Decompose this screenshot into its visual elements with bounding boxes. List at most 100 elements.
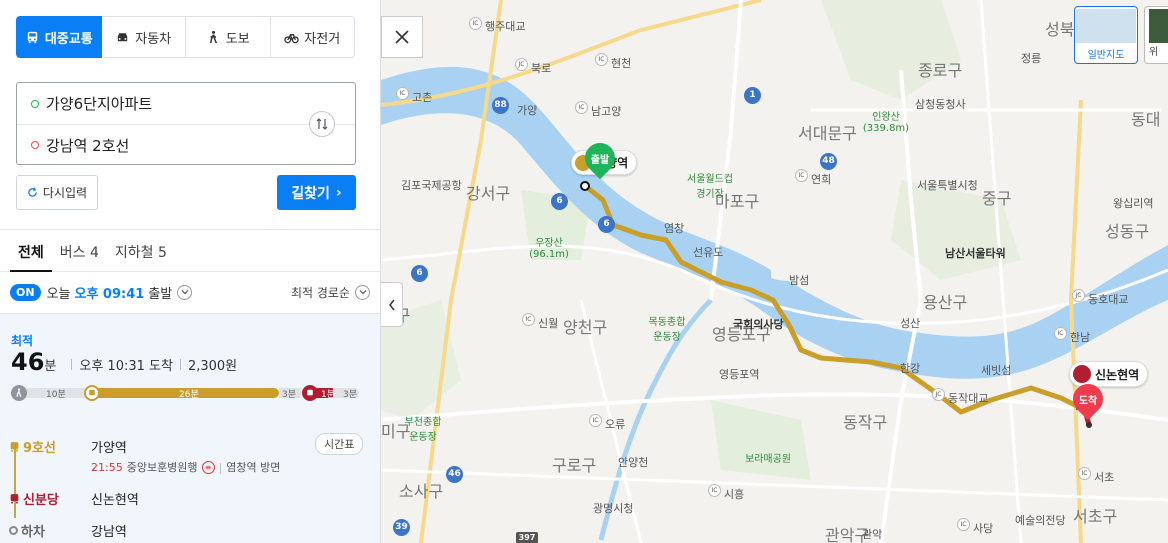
ic-label: 신월 [538, 317, 559, 330]
walk-final-label: 3분 [343, 390, 358, 400]
district-label: 중구 [982, 189, 1012, 208]
ic-label: 오류 [605, 418, 626, 431]
sort-label: 최적 경로순 [290, 285, 350, 300]
step-alight[interactable]: 하차 강남역 [9, 516, 369, 543]
reset-button[interactable]: 다시입력 [16, 175, 98, 210]
start-pin[interactable]: 출발 [578, 136, 622, 180]
place-label: 한강 [900, 362, 921, 375]
refresh-icon [28, 187, 37, 197]
tab-all[interactable]: 전체 [10, 232, 52, 272]
ic-label: 가양 [517, 104, 538, 117]
map-type-satellite-label: 위 [1149, 47, 1159, 58]
route-summary: 46 분 오후 10:31 도착 2,300원 [11, 348, 237, 376]
place-label: 안양천 [618, 456, 649, 469]
subway-line9-icon [84, 385, 100, 401]
timetable-button[interactable]: 시간표 [315, 433, 364, 455]
place-label: 김포국제공항 [401, 179, 462, 192]
mode-transit[interactable]: 대중교통 [16, 16, 102, 58]
place-label: 삼청동청사 [915, 98, 966, 111]
ic-label: 한남 [1070, 331, 1091, 344]
district-label: 서초구 [1073, 507, 1118, 526]
walk-icon [209, 30, 217, 43]
swap-arrows-icon [316, 118, 328, 130]
place-label: 서울특별시청 [917, 179, 978, 192]
swap-route-button[interactable] [309, 111, 335, 137]
origin-field[interactable]: 가양6단지아파트 [17, 83, 355, 124]
place-label: 선유도 [693, 246, 724, 259]
ic-label: 동호대교 [1088, 293, 1129, 306]
ic-marker-icon: IC [589, 414, 602, 427]
ic-label: 남고양 [591, 105, 622, 118]
place-label: 목동종합 운동장 [648, 317, 686, 343]
alight-dot-icon [9, 525, 18, 535]
origin-value: 가양6단지아파트 [46, 95, 153, 113]
destination-value: 강남역 2호선 [46, 136, 130, 155]
map-type-satellite-button[interactable]: 위 [1144, 6, 1168, 64]
end-pin[interactable]: 도착 [1066, 377, 1110, 421]
info-separator: | [218, 460, 223, 474]
place-label: 밤섬 [789, 274, 810, 287]
step-transfer[interactable]: 신분당 신논현역 [9, 484, 369, 512]
ic-label: 서초 [1094, 471, 1115, 484]
district-label: 동작구 [843, 413, 888, 432]
ic-label: 동작대교 [948, 392, 989, 405]
sort-dropdown[interactable]: 최적 경로순 [291, 284, 370, 301]
destination-field[interactable]: 강남역 2호선 [17, 124, 355, 165]
departure-suffix: 출발 [148, 286, 173, 302]
district-label: 강서구 [466, 184, 511, 203]
district-label: 용산구 [923, 293, 968, 312]
place-label: 세빗섬 [981, 364, 1012, 377]
ic-marker-icon: IC [396, 87, 409, 100]
mode-car[interactable]: 자동차 [101, 16, 186, 58]
place-label: 왕십리역 [1113, 197, 1154, 210]
start-pin-label: 출발 [590, 155, 610, 166]
chevron-down-icon [181, 290, 189, 295]
tab-bus[interactable]: 버스 4 [52, 232, 107, 271]
place-label: 국회의사당 [733, 318, 784, 331]
place-label: 남산서울타워 [945, 247, 1006, 260]
ic-label: 관악 [862, 528, 883, 541]
ic-label: 연희 [811, 173, 832, 186]
ic-label: 북로 [531, 62, 552, 75]
shinbundang-name: 신분당 [23, 492, 59, 508]
ic-marker-icon: JC [515, 58, 528, 71]
departure-time-dropdown[interactable] [177, 284, 193, 300]
directions-panel: 대중교통 자동차 도보 자전거 가양6단지아파트 강남역 2호선 다시입력 길찾… [0, 0, 381, 543]
summary-separator [179, 359, 181, 370]
road-number-icon: 39 [393, 519, 410, 536]
line9-segment-label: 26분 [179, 390, 199, 400]
best-route-badge: 최적 [11, 334, 34, 348]
chevron-left-icon [388, 299, 395, 310]
step-station: 가양역 [91, 440, 127, 456]
departure-row: ON 오늘 오후 09:41 출발 최적 경로순 [10, 280, 370, 304]
ic-marker-icon: IC [1054, 327, 1067, 340]
ic-marker-icon: JC [1072, 289, 1085, 302]
route-input-box: 가양6단지아파트 강남역 2호선 [16, 82, 356, 165]
map-view[interactable]: 종로구 서대문구 마포구 강서구 양천구 영등포구 용산구 중구 동작구 구로구… [381, 0, 1168, 543]
find-route-button[interactable]: 길찾기 › [277, 175, 356, 210]
tab-subway[interactable]: 지하철 5 [107, 232, 175, 271]
ic-marker-icon: IC [795, 169, 808, 182]
chevron-down-icon [359, 290, 366, 295]
step-line-name: 하차 [9, 521, 91, 540]
map-type-normal-thumbnail [1076, 9, 1136, 43]
subway-icon [10, 493, 19, 503]
collapse-panel-button[interactable] [381, 282, 403, 327]
departure-on-badge[interactable]: ON [10, 283, 41, 301]
mode-bicycle-label: 자전거 [304, 31, 341, 47]
close-directions-button[interactable] [381, 16, 423, 58]
subway-shinbundang-icon [1073, 365, 1091, 383]
departure-time[interactable]: 오후 09:41 [74, 283, 144, 302]
road-number-icon: 88 [492, 97, 509, 114]
arrival-time: 오후 10:31 도착 [79, 359, 173, 374]
road-number-icon: 6 [551, 193, 568, 210]
minutes-unit: 분 [44, 359, 57, 374]
route-result-card[interactable]: 최적 46 분 오후 10:31 도착 2,300원 10분 26분 3분 1분… [0, 313, 380, 543]
map-type-normal-button[interactable]: 일반지도 [1074, 6, 1138, 64]
mode-walk[interactable]: 도보 [186, 16, 271, 58]
ic-marker-icon: IC [1078, 467, 1091, 480]
close-icon [395, 30, 409, 44]
mode-bicycle[interactable]: 자전거 [270, 16, 355, 58]
total-minutes: 46 [11, 348, 45, 376]
walk-segment-icon [11, 385, 27, 401]
